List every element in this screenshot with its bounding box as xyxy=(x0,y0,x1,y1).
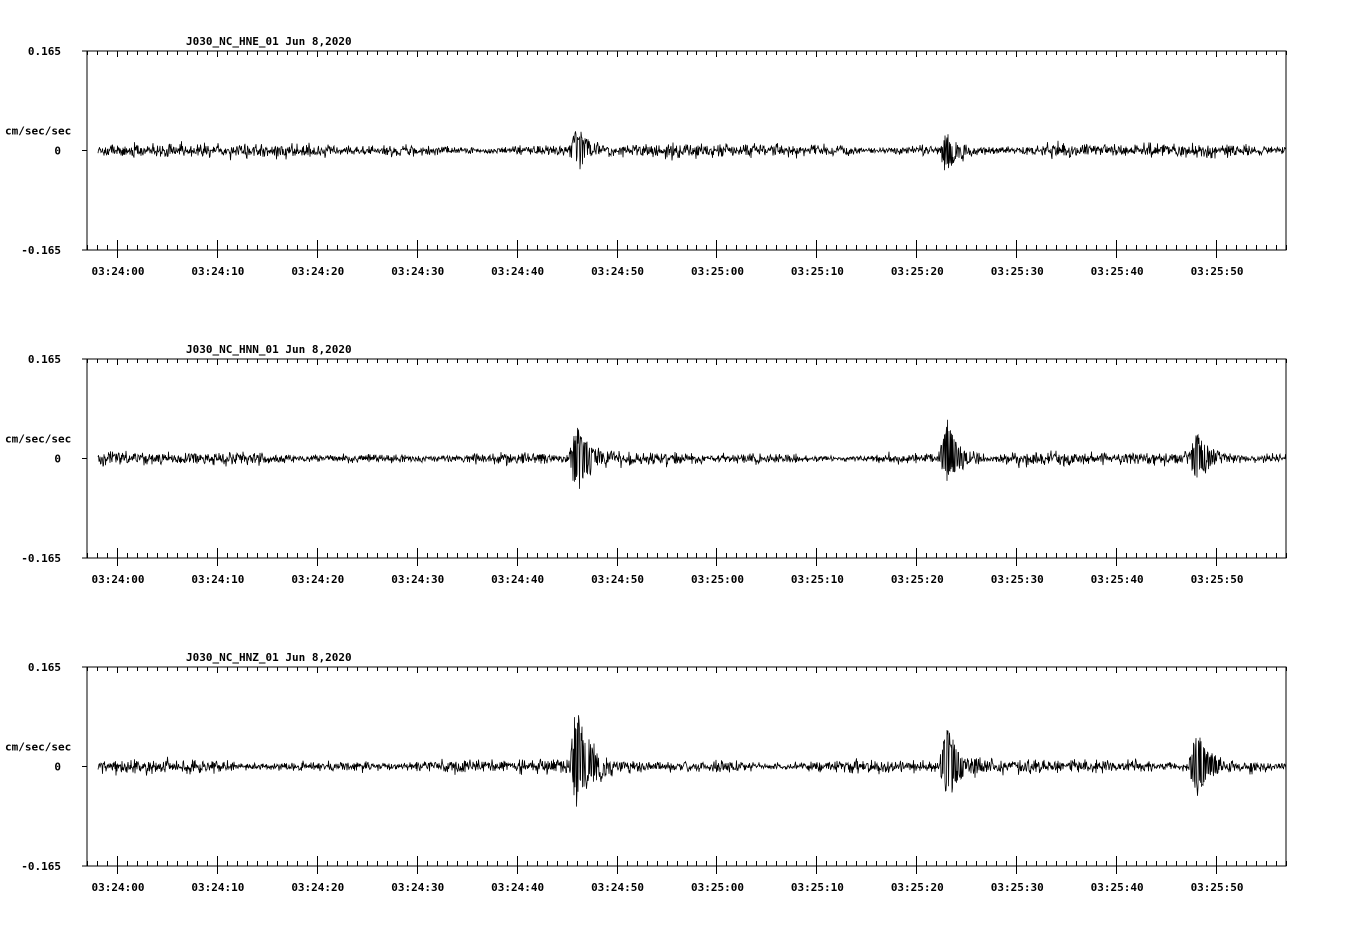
x-tick-label: 03:25:00 xyxy=(691,881,744,894)
x-tick-label: 03:24:50 xyxy=(591,881,644,894)
x-tick-label: 03:24:50 xyxy=(591,265,644,278)
x-tick-label: 03:24:50 xyxy=(591,573,644,586)
y-tick-label: 0.165 xyxy=(28,45,61,58)
y-axis-label: cm/sec/sec xyxy=(5,433,71,446)
seismogram-panel: J030_NC_HNE_01 Jun 8,2020 0.165 0 -0.165 cm/… xyxy=(5,35,1287,278)
x-tick-label: 03:24:20 xyxy=(291,881,344,894)
y-axis-label: cm/sec/sec xyxy=(5,741,71,754)
waveform-trace xyxy=(97,715,1287,807)
x-tick-label: 03:24:20 xyxy=(291,265,344,278)
x-tick-label: 03:24:10 xyxy=(191,265,244,278)
x-tick-label: 03:25:40 xyxy=(1091,265,1144,278)
seismogram-page: J030_NC_HNE_01 Jun 8,2020 0.165 0 -0.165 cm/… xyxy=(0,0,1358,924)
y-tick-label: -0.165 xyxy=(21,244,61,257)
y-tick-label: 0 xyxy=(54,145,61,158)
x-tick-label: 03:24:40 xyxy=(491,265,544,278)
x-tick-label: 03:24:10 xyxy=(191,573,244,586)
x-tick-label: 03:25:40 xyxy=(1091,881,1144,894)
x-tick-label: 03:25:10 xyxy=(791,573,844,586)
waveform-trace xyxy=(97,419,1287,489)
seismogram-panel: J030_NC_HNN_01 Jun 8,2020 0.165 0 -0.165 cm/… xyxy=(5,343,1287,586)
x-tick-label: 03:24:00 xyxy=(91,573,144,586)
x-tick-label: 03:24:30 xyxy=(391,573,444,586)
y-tick-label: -0.165 xyxy=(21,552,61,565)
y-tick-label: 0.165 xyxy=(28,353,61,366)
seismogram-panel: J030_NC_HNZ_01 Jun 8,2020 0.165 0 -0.165 cm/… xyxy=(5,651,1287,894)
y-tick-label: 0 xyxy=(54,453,61,466)
waveform-trace xyxy=(97,131,1287,171)
x-tick-label: 03:25:20 xyxy=(891,573,944,586)
x-tick-label: 03:25:50 xyxy=(1191,881,1244,894)
x-tick-label: 03:24:40 xyxy=(491,573,544,586)
x-tick-label: 03:25:30 xyxy=(991,265,1044,278)
y-axis-label: cm/sec/sec xyxy=(5,125,71,138)
x-tick-label: 03:24:00 xyxy=(91,881,144,894)
y-tick-label: 0.165 xyxy=(28,661,61,674)
x-tick-label: 03:25:00 xyxy=(691,573,744,586)
y-tick-label: -0.165 xyxy=(21,860,61,873)
x-tick-label: 03:25:00 xyxy=(691,265,744,278)
panel-title: J030_NC_HNN_01 Jun 8,2020 xyxy=(186,343,352,356)
x-tick-label: 03:24:30 xyxy=(391,881,444,894)
x-tick-label: 03:25:50 xyxy=(1191,573,1244,586)
x-tick-label: 03:25:20 xyxy=(891,265,944,278)
x-tick-label: 03:24:40 xyxy=(491,881,544,894)
x-tick-label: 03:24:00 xyxy=(91,265,144,278)
x-tick-label: 03:25:50 xyxy=(1191,265,1244,278)
x-tick-label: 03:24:30 xyxy=(391,265,444,278)
seismogram-charts: J030_NC_HNE_01 Jun 8,2020 0.165 0 -0.165 cm/… xyxy=(5,35,1287,894)
x-tick-label: 03:24:20 xyxy=(291,573,344,586)
x-tick-label: 03:25:20 xyxy=(891,881,944,894)
x-tick-label: 03:25:30 xyxy=(991,881,1044,894)
x-tick-label: 03:25:30 xyxy=(991,573,1044,586)
x-tick-label: 03:25:10 xyxy=(791,881,844,894)
x-tick-label: 03:25:10 xyxy=(791,265,844,278)
x-tick-label: 03:25:40 xyxy=(1091,573,1144,586)
panel-title: J030_NC_HNZ_01 Jun 8,2020 xyxy=(186,651,352,664)
x-tick-label: 03:24:10 xyxy=(191,881,244,894)
y-tick-label: 0 xyxy=(54,761,61,774)
panel-title: J030_NC_HNE_01 Jun 8,2020 xyxy=(186,35,352,48)
